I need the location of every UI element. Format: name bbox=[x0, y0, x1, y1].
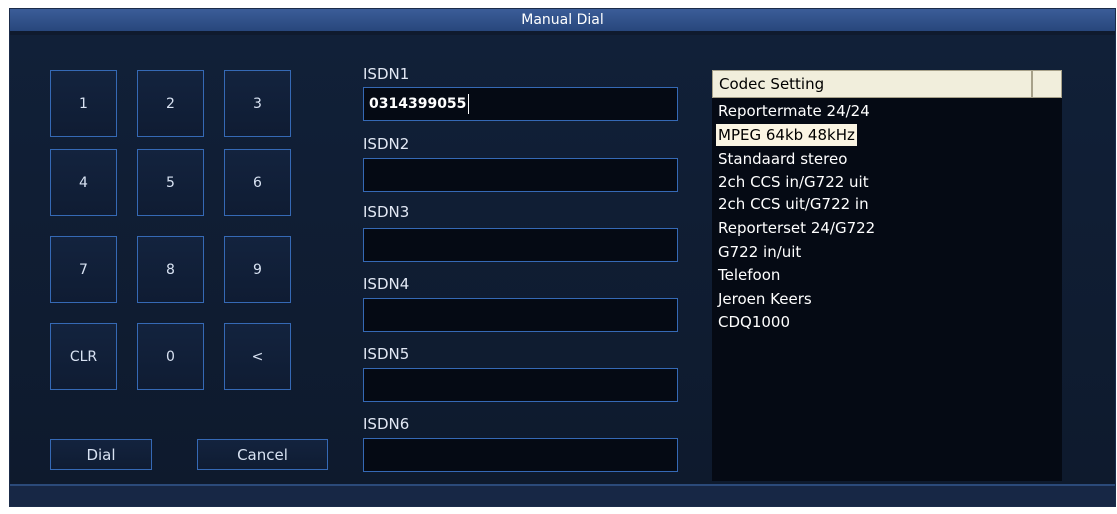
codec-item[interactable]: 2ch CCS in/G722 uit bbox=[716, 171, 871, 193]
isdn5-input[interactable] bbox=[363, 368, 678, 402]
isdn4-label: ISDN4 bbox=[363, 275, 410, 293]
key-2[interactable]: 2 bbox=[137, 70, 204, 137]
codec-item[interactable]: Telefoon bbox=[716, 264, 782, 286]
isdn6-input[interactable] bbox=[363, 438, 678, 472]
isdn1-value: 0314399055 bbox=[369, 96, 467, 112]
codec-item[interactable]: Reporterset 24/G722 bbox=[716, 217, 877, 239]
isdn2-input[interactable] bbox=[363, 158, 678, 192]
codec-item[interactable]: Standaard stereo bbox=[716, 148, 849, 170]
backspace-key[interactable]: < bbox=[224, 323, 291, 390]
isdn1-input[interactable]: 0314399055 bbox=[363, 87, 678, 121]
codec-setting-list[interactable]: Codec Setting Reportermate 24/24 MPEG 64… bbox=[712, 70, 1062, 481]
key-1[interactable]: 1 bbox=[50, 70, 117, 137]
codec-item[interactable]: CDQ1000 bbox=[716, 311, 792, 333]
codec-header-filler bbox=[1032, 70, 1062, 98]
isdn1-label: ISDN1 bbox=[363, 65, 410, 83]
codec-setting-header[interactable]: Codec Setting bbox=[712, 70, 1032, 98]
isdn5-label: ISDN5 bbox=[363, 345, 410, 363]
key-7[interactable]: 7 bbox=[50, 236, 117, 303]
isdn3-input[interactable] bbox=[363, 228, 678, 262]
codec-item-selected[interactable]: MPEG 64kb 48kHz bbox=[716, 124, 857, 146]
isdn3-label: ISDN3 bbox=[363, 203, 410, 221]
cancel-button[interactable]: Cancel bbox=[197, 439, 328, 470]
text-caret bbox=[468, 94, 470, 114]
dial-panel: 1 2 3 4 5 6 7 8 9 CLR 0 < Dial Cancel IS… bbox=[10, 35, 1115, 484]
key-3[interactable]: 3 bbox=[224, 70, 291, 137]
key-0[interactable]: 0 bbox=[137, 323, 204, 390]
key-5[interactable]: 5 bbox=[137, 149, 204, 216]
dial-button[interactable]: Dial bbox=[50, 439, 152, 470]
isdn6-label: ISDN6 bbox=[363, 415, 410, 433]
key-8[interactable]: 8 bbox=[137, 236, 204, 303]
manual-dial-window: Manual Dial 1 2 3 4 5 6 7 8 9 CLR 0 < Di… bbox=[9, 8, 1116, 507]
clear-key[interactable]: CLR bbox=[50, 323, 117, 390]
window-title: Manual Dial bbox=[10, 9, 1115, 31]
key-9[interactable]: 9 bbox=[224, 236, 291, 303]
codec-item[interactable]: Jeroen Keers bbox=[716, 288, 814, 310]
codec-item[interactable]: G722 in/uit bbox=[716, 241, 803, 263]
isdn2-label: ISDN2 bbox=[363, 135, 410, 153]
key-6[interactable]: 6 bbox=[224, 149, 291, 216]
status-bar bbox=[10, 484, 1115, 506]
key-4[interactable]: 4 bbox=[50, 149, 117, 216]
codec-item[interactable]: Reportermate 24/24 bbox=[716, 100, 872, 122]
codec-item[interactable]: 2ch CCS uit/G722 in bbox=[716, 193, 871, 215]
isdn4-input[interactable] bbox=[363, 298, 678, 332]
